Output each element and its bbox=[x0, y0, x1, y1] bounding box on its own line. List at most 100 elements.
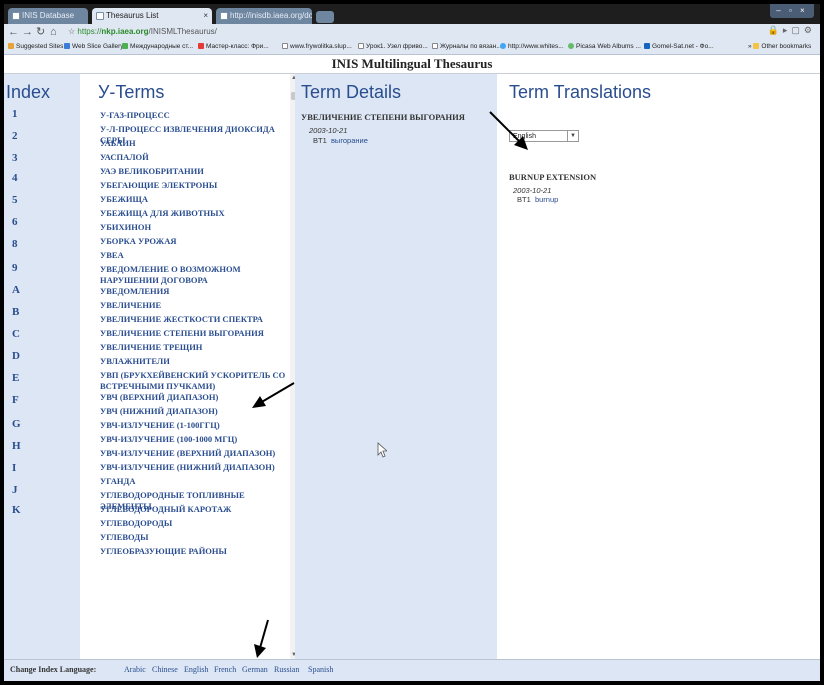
language-link-russian[interactable]: Russian bbox=[274, 665, 299, 674]
bookmark-item[interactable]: www.frywolitka.slup... bbox=[282, 40, 352, 54]
navigation-bar: ← → ↻ ⌂ ☆ https://nkp.iaea.org/INISMLThe… bbox=[4, 24, 820, 40]
yterm-link[interactable]: УАЭ ВЕЛИКОБРИТАНИИ bbox=[100, 166, 290, 177]
back-arrow-icon[interactable]: ← bbox=[8, 25, 19, 39]
bookmark-item[interactable]: Журналы по вязан... bbox=[432, 40, 502, 54]
other-bookmarks[interactable]: » Other bookmarks bbox=[748, 40, 811, 54]
tab-label: http://inisdb.iaea.org/do... bbox=[230, 11, 312, 20]
index-item[interactable]: 8 bbox=[12, 238, 18, 250]
yterm-link[interactable]: УВЕДОМЛЕНИЕ О ВОЗМОЖНОМ НАРУШЕНИИ ДОГОВО… bbox=[100, 264, 290, 286]
language-link-german[interactable]: German bbox=[242, 665, 268, 674]
index-item[interactable]: 2 bbox=[12, 130, 18, 142]
yterm-link[interactable]: УБЕГАЮЩИЕ ЭЛЕКТРОНЫ bbox=[100, 180, 290, 191]
index-item[interactable]: E bbox=[12, 372, 19, 384]
index-item[interactable]: 3 bbox=[12, 152, 18, 164]
page-icon bbox=[220, 12, 228, 20]
index-item[interactable]: C bbox=[12, 328, 20, 340]
yterms-heading: У-Terms bbox=[98, 82, 165, 102]
yterm-link[interactable]: УВЧ-ИЗЛУЧЕНИЕ (НИЖНИЙ ДИАПАЗОН) bbox=[100, 462, 290, 473]
yterm-link[interactable]: УВЕА bbox=[100, 250, 290, 261]
relation-term-link[interactable]: выгорание bbox=[331, 136, 368, 145]
index-item[interactable]: G bbox=[12, 418, 21, 430]
browser-menu-icons[interactable]: 🔒▸▢⚙ bbox=[768, 25, 816, 36]
language-link-french[interactable]: French bbox=[214, 665, 236, 674]
mouse-cursor-icon bbox=[377, 442, 387, 458]
yterm-link[interactable]: УВЧ-ИЗЛУЧЕНИЕ (1-100ГГЦ) bbox=[100, 420, 290, 431]
index-item[interactable]: 4 bbox=[12, 172, 18, 184]
yterm-link[interactable]: УБИХИНОН bbox=[100, 222, 290, 233]
index-item[interactable]: A bbox=[12, 284, 20, 296]
yterm-link[interactable]: УАСПАЛОЙ bbox=[100, 152, 290, 163]
language-link-chinese[interactable]: Chinese bbox=[152, 665, 178, 674]
yterm-link[interactable]: УВЛАЖНИТЕЛИ bbox=[100, 356, 290, 367]
star-icon[interactable]: ☆ bbox=[68, 27, 75, 36]
relation-code: BT1 bbox=[313, 136, 327, 145]
yterm-link[interactable]: УГЛЕВОДОРОДНЫЙ КАРОТАЖ bbox=[100, 504, 290, 515]
index-item[interactable]: 5 bbox=[12, 194, 18, 206]
language-link-english[interactable]: English bbox=[184, 665, 208, 674]
chevron-down-icon[interactable]: ▼ bbox=[567, 131, 578, 141]
language-link-spanish[interactable]: Spanish bbox=[308, 665, 333, 674]
browser-tab-active[interactable]: Thesaurus List × bbox=[92, 8, 212, 24]
page-icon bbox=[96, 12, 104, 20]
bookmark-item[interactable]: Suggested Sites bbox=[8, 40, 63, 54]
yterm-link[interactable]: УГЛЕОБРАЗУЮЩИЕ РАЙОНЫ bbox=[100, 546, 290, 557]
bookmark-item[interactable]: Урок1. Узел фриво... bbox=[358, 40, 428, 54]
translations-heading: Term Translations bbox=[509, 82, 652, 102]
index-item[interactable]: F bbox=[12, 394, 19, 406]
new-tab-button[interactable] bbox=[316, 11, 334, 23]
yterm-link[interactable]: УВЧ-ИЗЛУЧЕНИЕ (ВЕРХНИЙ ДИАПАЗОН) bbox=[100, 448, 290, 459]
index-panel: Index 12345689ABCDEFGHIJK ▲ bbox=[4, 74, 96, 659]
yterm-link[interactable]: УГЛЕВОДОРОДЫ bbox=[100, 518, 290, 529]
index-item[interactable]: B bbox=[12, 306, 19, 318]
browser-tab[interactable]: INIS Database bbox=[8, 8, 88, 24]
bookmark-item[interactable]: Международные ст... bbox=[122, 40, 193, 54]
yterm-link[interactable]: УБЕЖИЩА bbox=[100, 194, 290, 205]
yterm-link[interactable]: УВЕЛИЧЕНИЕ ЖЕСТКОСТИ СПЕКТРА bbox=[100, 314, 290, 325]
bookmark-icon bbox=[122, 43, 128, 49]
browser-tab[interactable]: http://inisdb.iaea.org/do... bbox=[216, 8, 312, 24]
bookmarks-bar: Suggested Sites Web Slice Gallery Междун… bbox=[4, 40, 820, 55]
index-item[interactable]: J bbox=[12, 484, 18, 496]
yterm-link[interactable]: УБЕЖИЩА ДЛЯ ЖИВОТНЫХ bbox=[100, 208, 290, 219]
index-item[interactable]: 6 bbox=[12, 216, 18, 228]
bookmark-icon bbox=[198, 43, 204, 49]
reload-icon[interactable]: ↻ bbox=[36, 25, 45, 39]
yterm-link[interactable]: УБОРКА УРОЖАЯ bbox=[100, 236, 290, 247]
details-term: УВЕЛИЧЕНИЕ СТЕПЕНИ ВЫГОРАНИЯ bbox=[301, 112, 465, 122]
yterm-link[interactable]: УВЕЛИЧЕНИЕ СТЕПЕНИ ВЫГОРАНИЯ bbox=[100, 328, 290, 339]
bookmark-item[interactable]: Мастер-класс: Фри... bbox=[198, 40, 269, 54]
index-item[interactable]: H bbox=[12, 440, 21, 452]
bookmark-item[interactable]: Gomel-Sat.net - Фо... bbox=[644, 40, 714, 54]
page-icon bbox=[358, 43, 364, 49]
yterm-link[interactable]: УВЧ-ИЗЛУЧЕНИЕ (100-1000 МГЦ) bbox=[100, 434, 290, 445]
page-content: INIS Multilingual Thesaurus Index 1 2 3 4 5 6… bbox=[4, 55, 820, 681]
annotation-arrow bbox=[254, 619, 269, 658]
yterm-link[interactable]: УГАНДА bbox=[100, 476, 290, 487]
language-link-arabic[interactable]: Arabic bbox=[124, 665, 146, 674]
bookmark-item[interactable]: Web Slice Gallery bbox=[64, 40, 124, 54]
bookmark-item[interactable]: http://www.whites... bbox=[500, 40, 564, 54]
index-item[interactable]: I bbox=[12, 462, 16, 474]
yterm-link[interactable]: УВЕЛИЧЕНИЕ ТРЕЩИН bbox=[100, 342, 290, 353]
yterm-link[interactable]: УВЕЛИЧЕНИЕ bbox=[100, 300, 290, 311]
yterm-link[interactable]: УАБАИН bbox=[100, 138, 290, 149]
index-item[interactable]: 9 bbox=[12, 262, 18, 274]
index-item[interactable]: 1 bbox=[12, 108, 18, 120]
browser-tab-strip: INIS Database Thesaurus List × http://in… bbox=[4, 4, 820, 24]
window-controls[interactable]: – ▫ × bbox=[770, 4, 814, 18]
bookmark-item[interactable]: Picasa Web Albums ... bbox=[568, 40, 641, 54]
forward-arrow-icon[interactable]: → bbox=[22, 25, 33, 39]
relation-code: BT1 bbox=[517, 195, 531, 204]
address-bar[interactable]: ☆ https://nkp.iaea.org/INISMLThesaurus/ bbox=[68, 25, 668, 39]
home-icon[interactable]: ⌂ bbox=[50, 25, 57, 39]
index-item[interactable]: D bbox=[12, 350, 20, 362]
translation-relation: BT1 burnup bbox=[517, 195, 558, 204]
close-icon[interactable]: × bbox=[203, 8, 208, 24]
yterm-link[interactable]: УГЛЕВОДЫ bbox=[100, 532, 290, 543]
details-heading: Term Details bbox=[301, 82, 402, 102]
index-item[interactable]: K bbox=[12, 504, 21, 516]
relation-term-link[interactable]: burnup bbox=[535, 195, 558, 204]
yterm-link[interactable]: У-ГАЗ-ПРОЦЕСС bbox=[100, 110, 290, 121]
index-heading: Index bbox=[6, 82, 51, 102]
yterm-link[interactable]: УВЕДОМЛЕНИЯ bbox=[100, 286, 290, 297]
